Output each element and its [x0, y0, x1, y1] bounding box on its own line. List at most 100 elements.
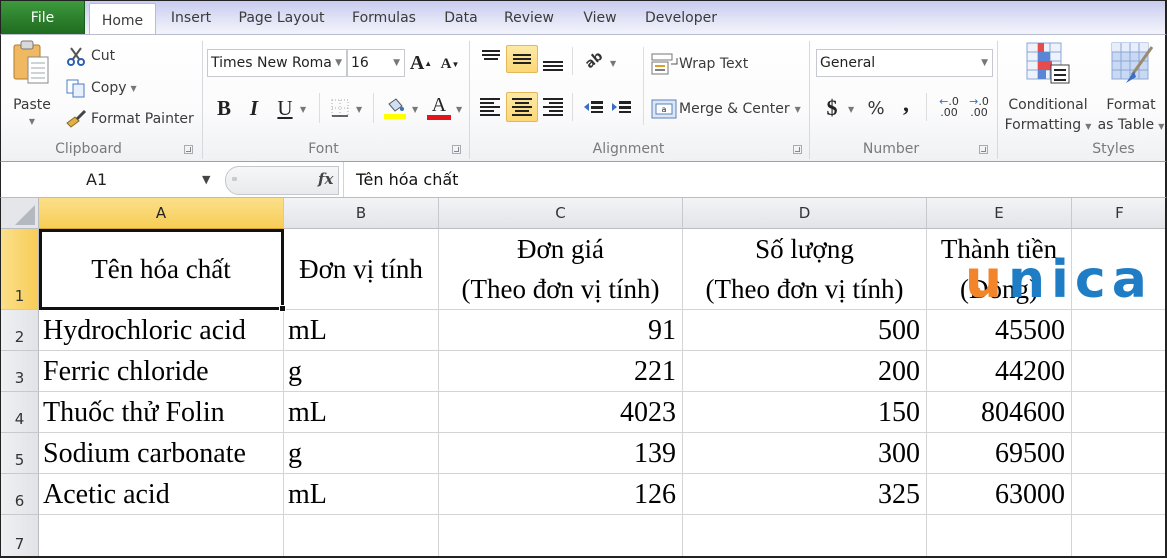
orientation-dropdown-icon[interactable]: ▼ — [610, 59, 616, 68]
cell-c4[interactable]: 4023 — [439, 392, 683, 433]
formula-input[interactable]: Tên hóa chất — [343, 162, 1165, 197]
name-box-dropdown-icon[interactable]: ▼ — [202, 173, 210, 186]
paste-dropdown-icon[interactable]: ▼ — [29, 117, 35, 126]
cell-a1[interactable]: Tên hóa chất — [39, 229, 284, 310]
select-all-button[interactable] — [1, 198, 39, 229]
cell-e1[interactable]: Thành tiền (Đồng) — [927, 229, 1072, 310]
bold-button[interactable]: B — [211, 95, 237, 121]
conditional-formatting-button[interactable]: Conditional Formatting ▼ — [1004, 41, 1092, 137]
tab-insert[interactable]: Insert — [161, 1, 221, 35]
fill-handle[interactable] — [279, 305, 286, 312]
comma-style-button[interactable]: , — [897, 91, 915, 117]
column-header-b[interactable]: B — [284, 198, 439, 229]
name-box[interactable]: A1 ▼ — [41, 168, 221, 192]
orientation-icon[interactable]: ab — [574, 40, 614, 79]
merge-center-dropdown-icon[interactable]: ▼ — [795, 105, 801, 114]
cell-b3[interactable]: g — [284, 351, 439, 392]
tab-formulas[interactable]: Formulas — [341, 1, 427, 35]
tab-view[interactable]: View — [573, 1, 627, 35]
tab-file[interactable]: File — [1, 1, 85, 35]
wrap-text-button[interactable]: Wrap Text — [651, 51, 748, 77]
underline-dropdown-icon[interactable]: ▼ — [300, 105, 306, 114]
cell-c2[interactable]: 91 — [439, 310, 683, 351]
cell-a3[interactable]: Ferric chloride — [39, 351, 284, 392]
cell-a4[interactable]: Thuốc thử Folin — [39, 392, 284, 433]
copy-dropdown-icon[interactable]: ▼ — [131, 84, 137, 93]
expand-handle[interactable] — [232, 177, 237, 181]
cell-b1[interactable]: Đơn vị tính — [284, 229, 439, 310]
clipboard-dialog-launcher[interactable] — [184, 145, 193, 154]
column-header-e[interactable]: E — [927, 198, 1072, 229]
bottom-align-button[interactable] — [541, 47, 565, 73]
tab-developer[interactable]: Developer — [635, 1, 727, 35]
cell-d1[interactable]: Số lượng (Theo đơn vị tính) — [683, 229, 927, 310]
cell-c6[interactable]: 126 — [439, 474, 683, 515]
cell-f7[interactable] — [1072, 515, 1165, 556]
tab-review[interactable]: Review — [495, 1, 563, 35]
cell-b4[interactable]: mL — [284, 392, 439, 433]
cell-d5[interactable]: 300 — [683, 433, 927, 474]
column-header-f[interactable]: F — [1072, 198, 1165, 229]
decrease-decimal-button[interactable]: →.0 .00 — [965, 93, 993, 121]
fill-color-button[interactable] — [382, 95, 408, 121]
align-center-button[interactable] — [506, 92, 538, 122]
row-header-2[interactable]: 2 — [1, 310, 39, 351]
number-format-select[interactable]: General ▼ — [816, 49, 993, 77]
cell-f2[interactable] — [1072, 310, 1165, 351]
column-header-a[interactable]: A — [39, 198, 284, 229]
row-header-6[interactable]: 6 — [1, 474, 39, 515]
format-as-table-dropdown-icon[interactable]: ▼ — [1158, 122, 1164, 131]
cell-d3[interactable]: 200 — [683, 351, 927, 392]
copy-button[interactable]: Copy ▼ — [65, 77, 137, 99]
increase-decimal-button[interactable]: ←.0 .00 — [935, 93, 963, 121]
increase-indent-button[interactable] — [609, 95, 633, 119]
tab-data[interactable]: Data — [435, 1, 487, 35]
cell-e5[interactable]: 69500 — [927, 433, 1072, 474]
cell-b5[interactable]: g — [284, 433, 439, 474]
conditional-formatting-dropdown-icon[interactable]: ▼ — [1085, 122, 1091, 131]
italic-button[interactable]: I — [241, 95, 267, 121]
tab-page-layout[interactable]: Page Layout — [229, 1, 334, 35]
cell-b2[interactable]: mL — [284, 310, 439, 351]
font-name-select[interactable]: Times New Roma ▼ — [207, 49, 347, 77]
currency-dropdown-icon[interactable]: ▼ — [848, 105, 854, 114]
cell-c1[interactable]: Đơn giá (Theo đơn vị tính) — [439, 229, 683, 310]
cell-d7[interactable] — [683, 515, 927, 556]
row-header-5[interactable]: 5 — [1, 433, 39, 474]
number-dialog-launcher[interactable] — [979, 145, 988, 154]
cell-f6[interactable] — [1072, 474, 1165, 515]
fill-color-dropdown-icon[interactable]: ▼ — [412, 105, 418, 114]
cell-c5[interactable]: 139 — [439, 433, 683, 474]
format-painter-button[interactable]: Format Painter — [65, 108, 194, 130]
merge-center-button[interactable]: a Merge & Center ▼ — [651, 96, 801, 122]
row-header-4[interactable]: 4 — [1, 392, 39, 433]
middle-align-button[interactable] — [506, 45, 538, 73]
percent-button[interactable]: % — [865, 95, 887, 121]
cell-f4[interactable] — [1072, 392, 1165, 433]
cell-e6[interactable]: 63000 — [927, 474, 1072, 515]
font-dialog-launcher[interactable] — [452, 145, 461, 154]
cell-a7[interactable] — [39, 515, 284, 556]
cell-d4[interactable]: 150 — [683, 392, 927, 433]
tab-home[interactable]: Home — [89, 3, 156, 37]
top-align-button[interactable] — [479, 47, 503, 71]
font-color-button[interactable]: A — [425, 93, 453, 121]
cell-b7[interactable] — [284, 515, 439, 556]
grow-font-button[interactable]: A ▲ — [409, 51, 433, 75]
cell-e2[interactable]: 45500 — [927, 310, 1072, 351]
cell-f1[interactable] — [1072, 229, 1165, 310]
shrink-font-button[interactable]: A ▼ — [438, 53, 462, 75]
currency-button[interactable]: $ — [821, 95, 843, 121]
insert-function-icon[interactable]: fx — [318, 170, 333, 188]
row-header-3[interactable]: 3 — [1, 351, 39, 392]
cell-e3[interactable]: 44200 — [927, 351, 1072, 392]
align-left-button[interactable] — [477, 93, 503, 121]
cell-a6[interactable]: Acetic acid — [39, 474, 284, 515]
cell-d2[interactable]: 500 — [683, 310, 927, 351]
row-header-7[interactable]: 7 — [1, 515, 39, 556]
borders-dropdown-icon[interactable]: ▼ — [356, 105, 362, 114]
paste-button[interactable]: Paste ▼ — [9, 39, 55, 129]
cell-b6[interactable]: mL — [284, 474, 439, 515]
cell-a5[interactable]: Sodium carbonate — [39, 433, 284, 474]
decrease-indent-button[interactable] — [581, 95, 605, 119]
